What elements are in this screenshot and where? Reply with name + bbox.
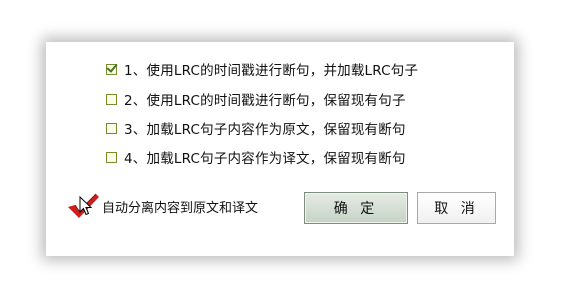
option-2-label: 2、使用LRC的时间戳进行断句，保留现有句子 — [124, 93, 406, 109]
option-2-checkbox[interactable] — [106, 93, 117, 105]
ok-button[interactable]: 确 定 — [304, 192, 408, 224]
option-1-checkbox[interactable] — [106, 63, 117, 75]
auto-split-label: 自动分离内容到原文和译文 — [102, 200, 259, 216]
cancel-button[interactable]: 取 消 — [417, 192, 496, 224]
option-3-label: 3、加载LRC句子内容作为原文，保留现有断句 — [124, 122, 406, 138]
red-check-mark-icon[interactable] — [66, 193, 100, 219]
lrc-import-dialog: 1、使用LRC的时间戳进行断句，并加载LRC句子 2、使用LRC的时间戳进行断句… — [46, 42, 514, 256]
option-2[interactable]: 2、使用LRC的时间戳进行断句，保留现有句子 — [106, 89, 406, 109]
option-4-checkbox[interactable] — [106, 151, 117, 163]
auto-split-checkbox[interactable]: 自动分离内容到原文和译文 — [66, 193, 258, 219]
option-3[interactable]: 3、加载LRC句子内容作为原文，保留现有断句 — [106, 118, 406, 138]
option-1[interactable]: 1、使用LRC的时间戳进行断句，并加载LRC句子 — [106, 59, 418, 79]
option-3-checkbox[interactable] — [106, 122, 117, 134]
option-1-label: 1、使用LRC的时间戳进行断句，并加载LRC句子 — [124, 63, 419, 79]
option-4[interactable]: 4、加载LRC句子内容作为译文，保留现有断句 — [106, 147, 406, 167]
option-4-label: 4、加载LRC句子内容作为译文，保留现有断句 — [124, 151, 406, 167]
